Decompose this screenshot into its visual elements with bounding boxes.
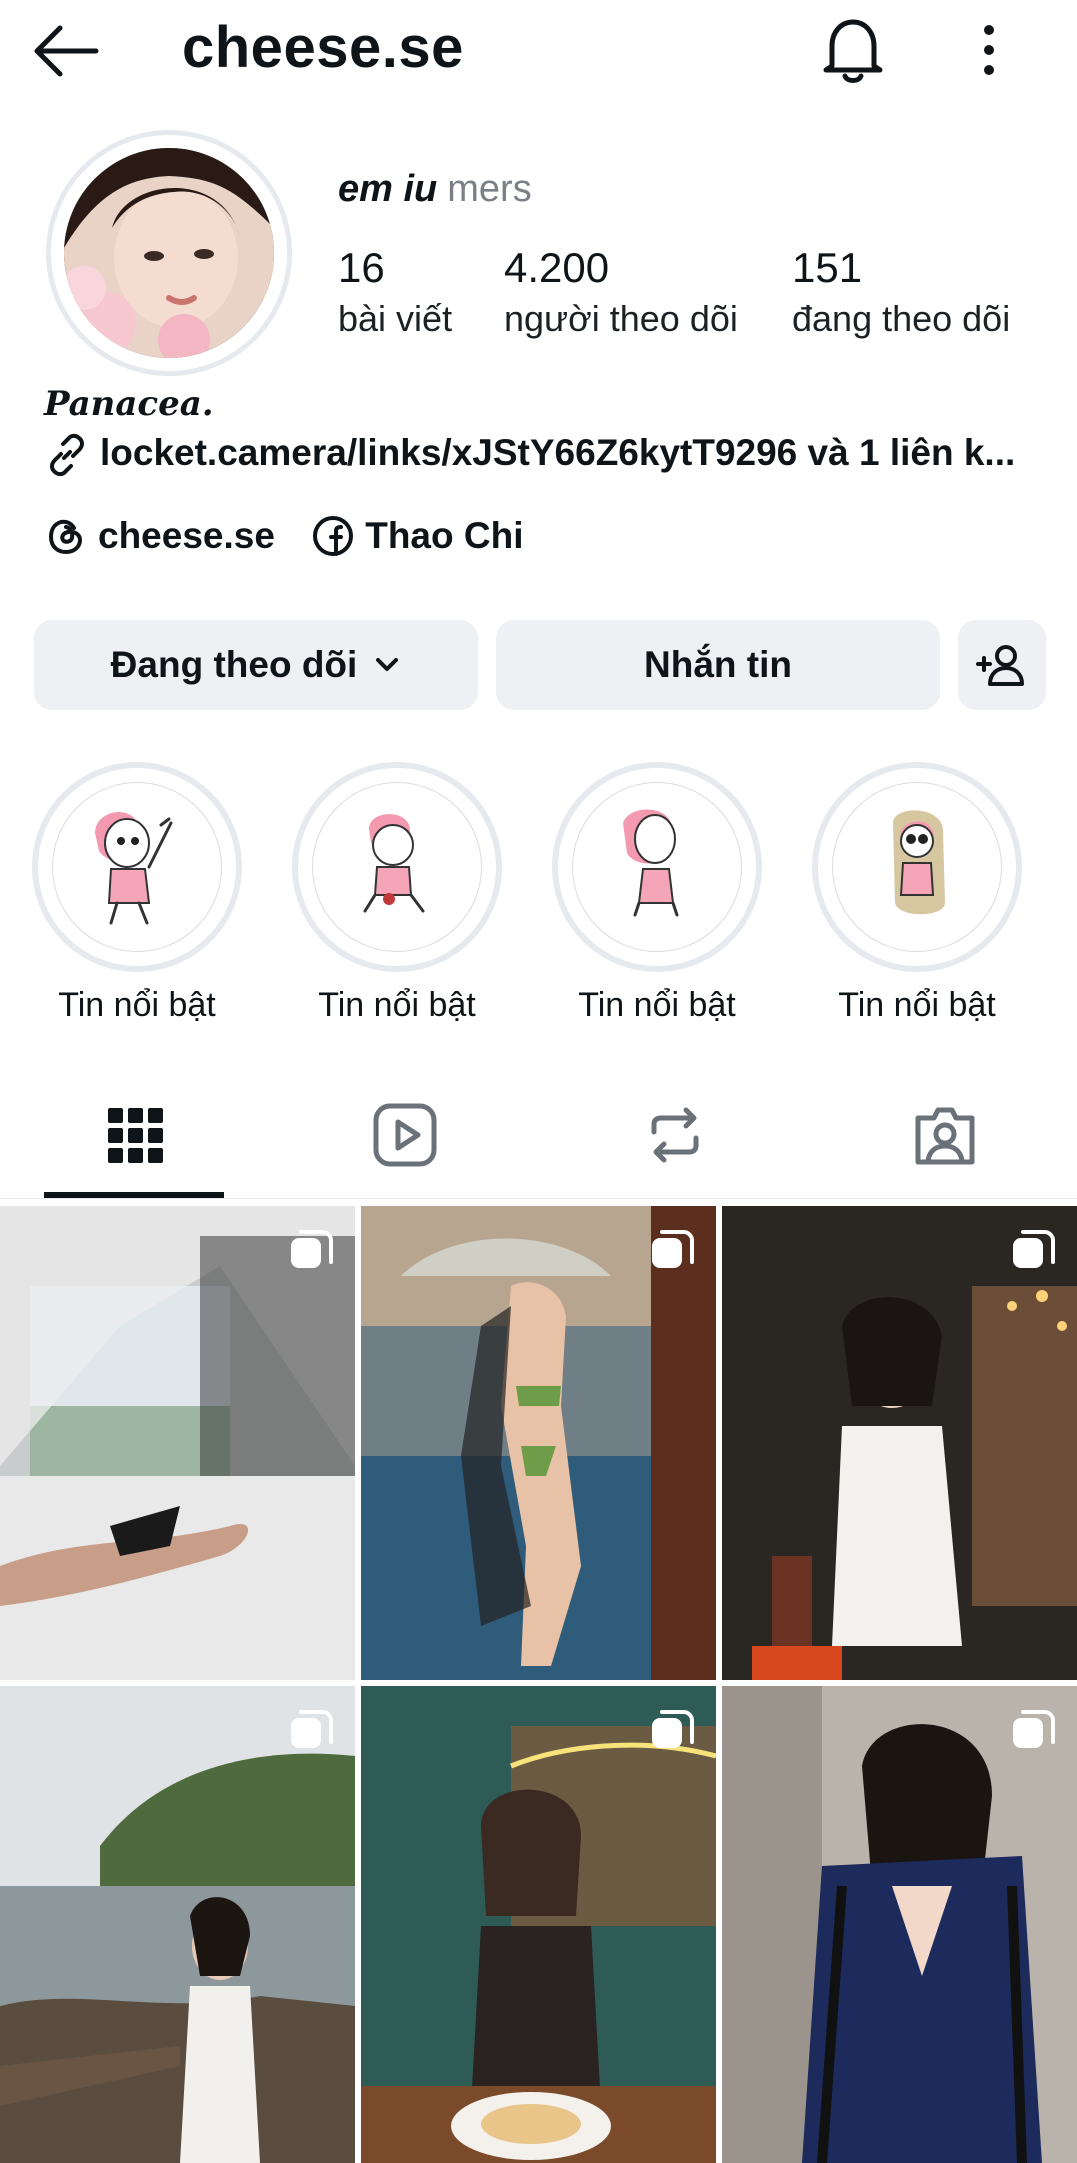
- bio-text: Panacea.: [44, 384, 214, 424]
- message-button[interactable]: Nhắn tin: [496, 620, 940, 710]
- pronouns: mers: [447, 168, 532, 210]
- posts-label: bài viết: [338, 298, 453, 339]
- tab-posts-grid[interactable]: [100, 1100, 170, 1170]
- bio-link-text[interactable]: locket.camera/links/xJStY66Z6kytT9296 và…: [100, 432, 1015, 473]
- following-button-label: Đang theo dõi: [110, 644, 358, 685]
- following-button[interactable]: Đang theo dõi: [34, 620, 478, 710]
- multi-image-icon: [652, 1230, 694, 1268]
- arrow-left-icon: [34, 25, 99, 77]
- notifications-button[interactable]: [818, 14, 888, 86]
- post-thumbnail[interactable]: [722, 1686, 1077, 2163]
- highlight-item[interactable]: Tin nổi bật: [32, 762, 242, 1025]
- reels-icon: [373, 1103, 437, 1167]
- highlight-cover: [52, 782, 222, 952]
- highlight-ring: [812, 762, 1022, 972]
- highlight-item[interactable]: Tin nổi bật: [812, 762, 1022, 1025]
- threads-icon: [48, 519, 83, 555]
- highlight-ring: [552, 762, 762, 972]
- more-options-button[interactable]: [966, 22, 1012, 78]
- post-thumbnail[interactable]: [722, 1206, 1077, 1680]
- post-thumbnail[interactable]: [361, 1206, 716, 1680]
- multi-image-icon: [291, 1710, 333, 1748]
- multi-image-icon: [652, 1710, 694, 1748]
- followers-count[interactable]: 4.200: [504, 244, 609, 292]
- suggest-users-button[interactable]: [958, 620, 1046, 710]
- threads-label[interactable]: cheese.se: [98, 515, 275, 557]
- more-vertical-icon: [984, 25, 994, 75]
- highlight-item[interactable]: Tin nổi bật: [552, 762, 762, 1025]
- back-button[interactable]: [30, 18, 100, 84]
- bio-link[interactable]: locket.camera/links/xJStY66Z6kytT9296 và…: [44, 432, 1044, 478]
- profile-username-title: cheese.se: [182, 15, 464, 80]
- bell-icon: [823, 19, 883, 83]
- highlight-ring: [292, 762, 502, 972]
- multi-image-icon: [1013, 1230, 1055, 1268]
- post-thumbnail[interactable]: [0, 1206, 355, 1680]
- tagged-icon: [915, 1107, 975, 1165]
- highlight-item[interactable]: Tin nổi bật: [292, 762, 502, 1025]
- post-thumbnail[interactable]: [0, 1686, 355, 2163]
- facebook-label[interactable]: Thao Chi: [365, 515, 523, 557]
- tab-reposts[interactable]: [640, 1100, 710, 1170]
- chevron-down-icon: [376, 658, 399, 671]
- highlight-label: Tin nổi bật: [838, 986, 996, 1024]
- display-name: em iu: [338, 168, 438, 210]
- display-name-row: em iu mers: [338, 168, 532, 211]
- highlight-ring: [32, 762, 242, 972]
- add-user-icon: [976, 645, 1024, 686]
- followers-label[interactable]: người theo dõi: [504, 298, 738, 340]
- threads-link[interactable]: cheese.se: [44, 514, 275, 558]
- facebook-icon: [313, 516, 354, 556]
- following-label[interactable]: đang theo dõi: [792, 298, 1010, 340]
- link-icon: [50, 434, 84, 477]
- highlight-label: Tin nổi bật: [318, 986, 476, 1024]
- tab-tagged[interactable]: [910, 1100, 980, 1170]
- facebook-link[interactable]: Thao Chi: [311, 514, 523, 558]
- highlight-label: Tin nổi bật: [578, 986, 736, 1024]
- multi-image-icon: [291, 1230, 333, 1268]
- tab-divider: [0, 1198, 1077, 1199]
- tab-reels[interactable]: [370, 1100, 440, 1170]
- highlight-label: Tin nổi bật: [58, 986, 216, 1024]
- message-button-label: Nhắn tin: [644, 644, 792, 685]
- posts-count: 16: [338, 244, 385, 291]
- post-thumbnail[interactable]: [361, 1686, 716, 2163]
- grid-icon: [108, 1108, 163, 1163]
- highlight-cover: [312, 782, 482, 952]
- social-links: cheese.se Thao Chi: [44, 514, 549, 567]
- avatar[interactable]: [64, 148, 274, 358]
- multi-image-icon: [1013, 1710, 1055, 1748]
- highlight-cover: [832, 782, 1002, 952]
- repost-icon: [651, 1107, 699, 1163]
- following-count[interactable]: 151: [792, 244, 862, 292]
- highlight-cover: [572, 782, 742, 952]
